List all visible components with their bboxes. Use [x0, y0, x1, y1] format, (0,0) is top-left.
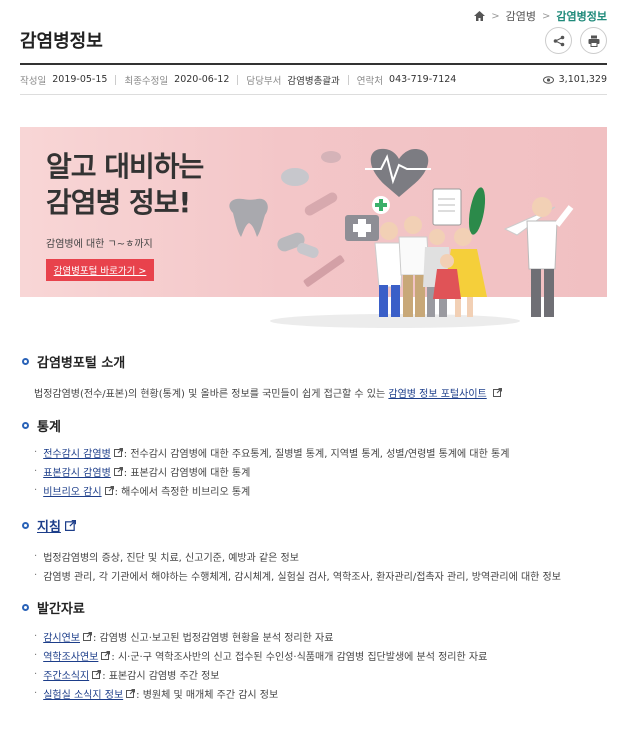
- share-button[interactable]: [545, 27, 572, 54]
- bullet: ·: [34, 669, 38, 680]
- item-description: : 감염병 신고·보고된 법정감염병 현황을 분석 정리한 자료: [93, 633, 334, 644]
- portal-shortcut-button[interactable]: 감염병포털 바로가기 >: [46, 259, 154, 281]
- breadcrumb-level1[interactable]: 감염병: [506, 8, 536, 24]
- portal-banner[interactable]: 알고 대비하는 감염병 정보! 감염병에 대한 ㄱ~ㅎ까지 감염병포털 바로가기…: [20, 127, 607, 329]
- divider: [115, 74, 117, 85]
- created-date: 2019-05-15: [52, 74, 108, 85]
- external-link-icon[interactable]: [126, 689, 136, 698]
- section-body: · 전수감시 감염병 : 전수감시 감염병에 대한 주요통계, 질병별 통계, …: [34, 443, 607, 500]
- bullet: ·: [34, 631, 38, 642]
- bullet: ·: [34, 650, 38, 661]
- external-link-icon[interactable]: [64, 520, 76, 531]
- item-description: : 해수에서 측정한 비브리오 통계: [114, 487, 251, 498]
- list-item: · 표본감시 감염병 : 표본감시 감염병에 대한 통계: [34, 462, 607, 481]
- bullet: ·: [34, 570, 38, 581]
- item-description: 감염병 관리, 각 기관에서 해야하는 수행체계, 감시체계, 실험실 검사, …: [43, 572, 561, 583]
- eye-icon: [542, 75, 554, 84]
- bullet: ·: [34, 466, 38, 477]
- banner-illustration: [229, 148, 574, 328]
- external-link-icon[interactable]: [113, 448, 123, 457]
- page-title: 감염병정보: [20, 31, 103, 52]
- bullet-circle-icon: [22, 604, 29, 611]
- list-item: · 법정감염병의 증상, 진단 및 치료, 신고기준, 예방과 같은 정보: [34, 547, 607, 566]
- list-item: · 비브리오 감시 : 해수에서 측정한 비브리오 통계: [34, 481, 607, 500]
- section-body: · 감시연보 : 감염병 신고·보고된 법정감염병 현황을 분석 정리한 자료 …: [34, 627, 607, 703]
- print-button[interactable]: [580, 27, 607, 54]
- item-description: : 전수감시 감염병에 대한 주요통계, 질병별 통계, 지역별 통계, 성별/…: [123, 449, 510, 460]
- bullet: ·: [34, 551, 38, 562]
- contact-label: 연락처: [356, 75, 384, 87]
- bullet-circle-icon: [22, 522, 29, 529]
- divider: [347, 74, 349, 85]
- section-publications: 발간자료 · 감시연보 : 감염병 신고·보고된 법정감염병 현황을 분석 정리…: [22, 598, 607, 703]
- chevron-right-icon: >: [491, 10, 500, 22]
- external-link-icon[interactable]: [104, 486, 114, 495]
- section-title: 통계: [37, 420, 61, 435]
- external-link-icon[interactable]: [101, 651, 111, 660]
- section-guide: 지침 · 법정감염병의 증상, 진단 및 치료, 신고기준, 예방과 같은 정보…: [22, 516, 607, 585]
- created-label: 작성일: [20, 75, 47, 87]
- pub-link-weekly[interactable]: 주간소식지: [43, 667, 89, 682]
- portal-description: 법정감염병(전수/표본)의 현황(통계) 및 올바른 정보를 국민들이 쉽게 접…: [34, 389, 386, 400]
- external-link-icon[interactable]: [113, 467, 123, 476]
- banner-title-line2: 감염병 정보!: [46, 186, 191, 219]
- item-description: 법정감염병의 증상, 진단 및 치료, 신고기준, 예방과 같은 정보: [43, 553, 299, 564]
- section-heading: 발간자료: [22, 598, 607, 617]
- list-item: · 전수감시 감염병 : 전수감시 감염병에 대한 주요통계, 질병별 통계, …: [34, 443, 607, 462]
- pub-link-annual[interactable]: 감시연보: [43, 629, 80, 644]
- section-title: 발간자료: [37, 602, 85, 617]
- item-description: : 표본감시 감염병 주간 정보: [102, 671, 220, 682]
- item-description: : 병원체 및 매개체 주간 감시 정보: [136, 690, 279, 701]
- share-icon: [553, 35, 564, 46]
- meta-bar: 작성일 2019-05-15 최종수정일 2020-06-12 담당부서 감염병…: [20, 65, 607, 95]
- section-title: 감염병포털 소개: [37, 356, 126, 371]
- list-item: · 실험실 소식지 정보 : 병원체 및 매개체 주간 감시 정보: [34, 684, 607, 703]
- list-item: · 감염병 관리, 각 기관에서 해야하는 수행체계, 감시체계, 실험실 검사…: [34, 566, 607, 585]
- contact-value: 043-719-7124: [389, 74, 457, 85]
- breadcrumb: > 감염병 > 감염병정보: [474, 8, 607, 24]
- bullet-circle-icon: [22, 358, 29, 365]
- pub-link-lab[interactable]: 실험실 소식지 정보: [43, 686, 123, 701]
- item-description: : 표본감시 감염병에 대한 통계: [123, 468, 251, 479]
- chevron-right-icon: >: [542, 10, 551, 22]
- stats-link-vibrio[interactable]: 비브리오 감시: [43, 483, 101, 498]
- section-body: · 법정감염병의 증상, 진단 및 치료, 신고기준, 예방과 같은 정보 · …: [34, 547, 607, 585]
- home-icon[interactable]: [474, 11, 486, 21]
- bullet: ·: [34, 688, 38, 699]
- breadcrumb-current: 감염병정보: [556, 10, 607, 23]
- section-stats: 통계 · 전수감시 감염병 : 전수감시 감염병에 대한 주요통계, 질병별 통…: [22, 416, 607, 500]
- section-heading: 지침: [22, 516, 607, 535]
- modified-date: 2020-06-12: [174, 74, 230, 85]
- divider: [237, 74, 239, 85]
- banner-title-line1: 알고 대비하는: [46, 150, 204, 183]
- list-item: · 주간소식지 : 표본감시 감염병 주간 정보: [34, 665, 607, 684]
- guide-link[interactable]: 지침: [37, 516, 61, 535]
- pub-link-epidemiology[interactable]: 역학조사연보: [43, 648, 98, 663]
- section-body: 법정감염병(전수/표본)의 현황(통계) 및 올바른 정보를 국민들이 쉽게 접…: [34, 385, 607, 400]
- dept-value: 감염병총괄과: [287, 75, 340, 87]
- page-tools: [545, 27, 607, 54]
- bullet: ·: [34, 485, 38, 496]
- banner-subtitle: 감염병에 대한 ㄱ~ㅎ까지: [46, 239, 153, 250]
- stats-link-full[interactable]: 전수감시 감염병: [43, 445, 111, 460]
- item-description: : 시·군·구 역학조사반의 신고 접수된 수인성·식품매개 감염병 집단발생에…: [111, 652, 488, 663]
- external-link-icon[interactable]: [92, 670, 102, 679]
- view-count-value: 3,101,329: [558, 74, 607, 85]
- print-icon: [588, 35, 599, 47]
- view-count: 3,101,329: [542, 74, 607, 85]
- bullet: ·: [34, 447, 38, 458]
- stats-link-sample[interactable]: 표본감시 감염병: [43, 464, 111, 479]
- list-item: · 감시연보 : 감염병 신고·보고된 법정감염병 현황을 분석 정리한 자료: [34, 627, 607, 646]
- section-heading: 통계: [22, 416, 607, 435]
- banner-title: 알고 대비하는 감염병 정보!: [46, 149, 204, 221]
- section-heading: 감염병포털 소개: [22, 352, 607, 371]
- dept-label: 담당부서: [246, 75, 282, 87]
- list-item: · 역학조사연보 : 시·군·구 역학조사반의 신고 접수된 수인성·식품매개 …: [34, 646, 607, 665]
- modified-label: 최종수정일: [124, 75, 169, 87]
- portal-site-link[interactable]: 감염병 정보 포털사이트: [388, 389, 486, 400]
- section-portal: 감염병포털 소개 법정감염병(전수/표본)의 현황(통계) 및 올바른 정보를 …: [22, 352, 607, 400]
- bullet-circle-icon: [22, 422, 29, 429]
- external-link-icon[interactable]: [492, 388, 502, 397]
- external-link-icon[interactable]: [83, 632, 92, 641]
